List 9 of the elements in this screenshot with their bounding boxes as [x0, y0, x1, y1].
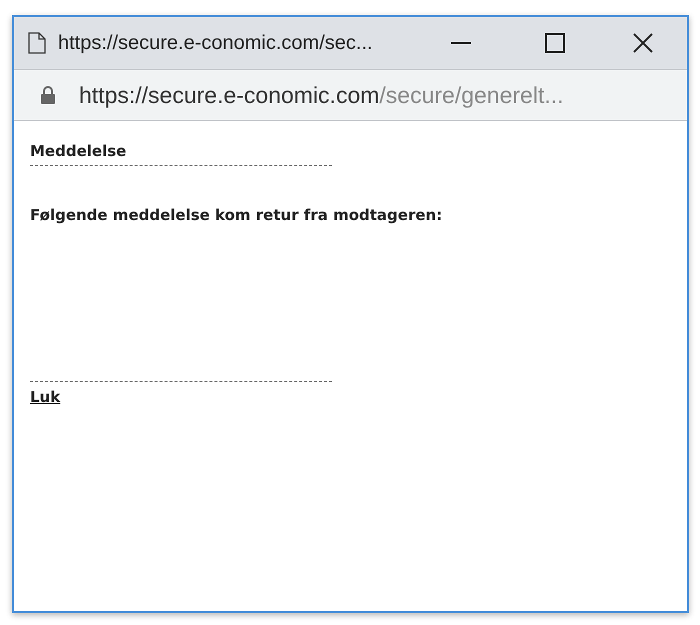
- close-icon[interactable]: [633, 33, 653, 53]
- page-icon: [28, 32, 46, 54]
- lock-icon: [41, 86, 55, 104]
- address-url[interactable]: https://secure.e-conomic.com/secure/generelt...: [79, 78, 564, 112]
- close-link[interactable]: Luk: [30, 386, 60, 408]
- message-text: Følgende meddelelse kom retur fra modtageren:: [30, 205, 442, 226]
- maximize-icon[interactable]: [545, 33, 565, 53]
- window-title: https://secure.e-conomic.com/sec...: [58, 31, 373, 56]
- message-heading: Meddelelse: [30, 142, 126, 160]
